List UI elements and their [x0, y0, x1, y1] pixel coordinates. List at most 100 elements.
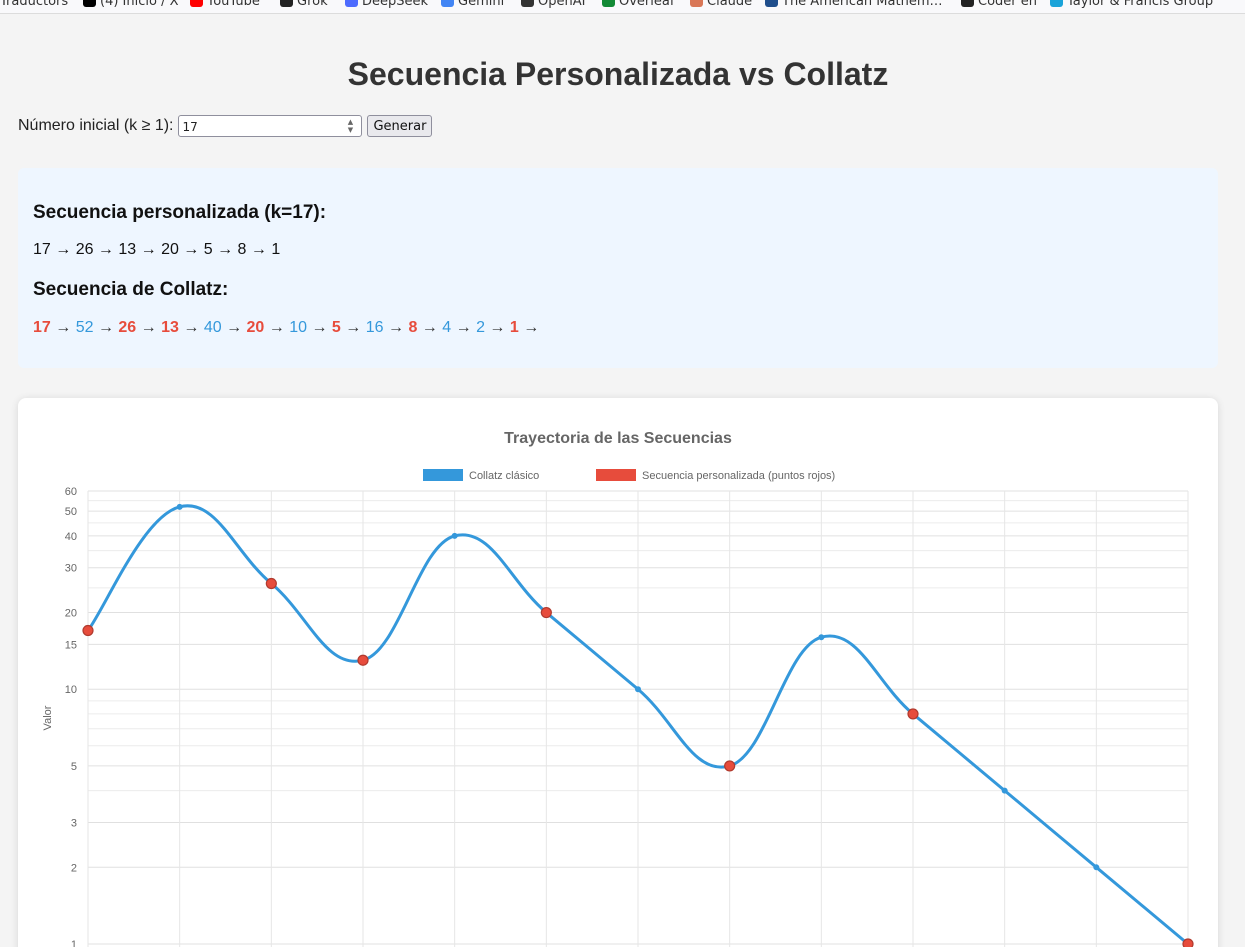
collatz-term: 2	[476, 319, 485, 336]
y-tick-label: 60	[65, 486, 77, 498]
coder-icon	[961, 0, 974, 7]
y-tick-label: 20	[65, 608, 77, 620]
bookmark-claude[interactable]: Claude	[690, 0, 752, 10]
collatz-sequence: 17 → 52 → 26 → 13 → 40 → 20 → 10 → 5 → 1…	[33, 319, 539, 337]
bookmark-gemini[interactable]: Gemini	[441, 0, 504, 10]
collatz-point	[451, 532, 458, 539]
y-tick-label: 50	[65, 506, 77, 518]
sequence-arrow: →	[523, 319, 540, 336]
collatz-point	[1001, 787, 1008, 794]
sequence-arrow: →	[268, 319, 285, 336]
legend-swatch	[423, 469, 463, 481]
bookmarks-bar: Traductors (4) Inicio / X YouTube Grok DeepS…	[0, 0, 1245, 14]
start-number-input[interactable]: 17 ▲ ▼	[178, 115, 363, 137]
custom-point	[724, 760, 736, 772]
gemini-icon	[441, 0, 454, 7]
bookmark-label: Taylor & Francis Group	[1067, 0, 1214, 9]
bookmark-label: OpenAI	[538, 0, 586, 9]
collatz-term-highlighted: 17	[33, 319, 51, 336]
collatz-term-highlighted: 8	[408, 319, 418, 336]
custom-point	[357, 654, 369, 666]
sequence-arrow: →	[55, 319, 72, 336]
sequence-arrow: →	[183, 319, 200, 336]
collatz-term-highlighted: 13	[161, 319, 179, 336]
start-number-label: Número inicial (k ≥ 1):	[18, 117, 174, 134]
custom-sequence-text: 17 → 26 → 13 → 20 → 5 → 8 → 1	[33, 241, 281, 258]
custom-point	[1182, 938, 1194, 947]
bookmark-taylor-francis[interactable]: Taylor & Francis Group	[1050, 0, 1213, 10]
sequence-arrow: →	[489, 319, 506, 336]
deepseek-icon	[345, 0, 358, 7]
y-tick-label: 10	[65, 684, 77, 696]
collatz-point	[176, 503, 183, 510]
collatz-term: 4	[442, 319, 452, 336]
page-title: Secuencia Personalizada vs Collatz	[347, 56, 889, 92]
sequence-arrow: →	[226, 319, 243, 336]
collatz-point	[1093, 864, 1100, 871]
bookmark-grok[interactable]: Grok	[280, 0, 328, 10]
chart-title: Trayectoria de las Secuencias	[504, 430, 732, 447]
custom-point	[82, 624, 94, 637]
collatz-term: 16	[365, 319, 384, 336]
bookmark-x[interactable]: (4) Inicio / X	[83, 0, 179, 10]
bookmark-overleaf[interactable]: Overleaf	[602, 0, 674, 10]
taylor-francis-icon	[1050, 0, 1063, 7]
bookmark-deepseek[interactable]: DeepSeek	[345, 0, 428, 10]
custom-sequence-heading: Secuencia personalizada (k=17):	[33, 202, 327, 223]
sequence-arrow: →	[345, 319, 362, 336]
controls: Número inicial (k ≥ 1): 17 ▲ ▼ Generar	[18, 114, 433, 138]
bookmark-youtube[interactable]: YouTube	[190, 0, 260, 10]
collatz-term-highlighted: 1	[509, 319, 519, 336]
sequence-arrow: →	[97, 319, 114, 336]
bookmark-label: Gemini	[458, 0, 505, 9]
collatz-term-highlighted: 26	[118, 319, 137, 336]
trajectory-chart: Trayectoria de las Secuencias Collatz clá…	[42, 430, 1194, 947]
x-icon	[83, 0, 96, 7]
custom-point	[540, 606, 552, 619]
bookmark-label: Coder en	[978, 0, 1037, 9]
bookmark-ams[interactable]: The American Mathem…	[765, 0, 943, 10]
ams-icon	[765, 0, 778, 7]
y-tick-label: 3	[71, 817, 77, 829]
sequence-arrow: →	[311, 319, 328, 336]
grok-icon	[280, 0, 293, 7]
collatz-term: 10	[289, 319, 308, 336]
y-tick-label: 15	[65, 639, 77, 651]
bookmark-label: Traductors	[0, 0, 69, 9]
collatz-sequence-heading: Secuencia de Collatz:	[33, 279, 229, 300]
bookmark-label: (4) Inicio / X	[100, 0, 179, 9]
openai-icon	[521, 0, 534, 7]
y-tick-label: 5	[71, 761, 77, 773]
y-tick-label: 40	[65, 531, 77, 543]
bookmark-label: DeepSeek	[362, 0, 429, 9]
y-tick-label: 2	[71, 862, 77, 874]
collatz-term-highlighted: 20	[246, 319, 265, 336]
bookmark-coder[interactable]: Coder en	[961, 0, 1037, 10]
collatz-point	[818, 634, 825, 641]
custom-point	[907, 708, 919, 720]
bookmark-label: YouTube	[207, 0, 260, 9]
bookmark-label: Overleaf	[619, 0, 675, 9]
start-number-value: 17	[182, 120, 198, 134]
youtube-icon	[190, 0, 203, 7]
legend-swatch	[596, 469, 636, 481]
sequence-arrow: →	[421, 319, 438, 336]
chart-card: Trayectoria de las Secuencias Collatz clá…	[18, 398, 1218, 947]
overleaf-icon	[602, 0, 615, 7]
sequence-arrow: →	[455, 319, 472, 336]
collatz-term-highlighted: 5	[331, 319, 341, 336]
bookmark-label: Grok	[297, 0, 328, 9]
legend-label: Collatz clásico	[469, 470, 539, 482]
custom-point	[265, 577, 277, 590]
bookmark-label: The American Mathem…	[782, 0, 943, 9]
generate-button[interactable]: Generar	[367, 115, 433, 137]
collatz-term: 52	[75, 319, 94, 336]
bookmark-folder[interactable]: Traductors	[0, 0, 68, 10]
sequence-arrow: →	[140, 319, 157, 336]
claude-icon	[690, 0, 703, 7]
bookmark-openai[interactable]: OpenAI	[521, 0, 585, 10]
results-panel: Secuencia personalizada (k=17): 17 → 26 …	[18, 168, 1218, 368]
collatz-point	[635, 686, 641, 693]
y-tick-label: 30	[65, 563, 77, 575]
spinner-icon[interactable]: ▲ ▼	[343, 118, 357, 134]
